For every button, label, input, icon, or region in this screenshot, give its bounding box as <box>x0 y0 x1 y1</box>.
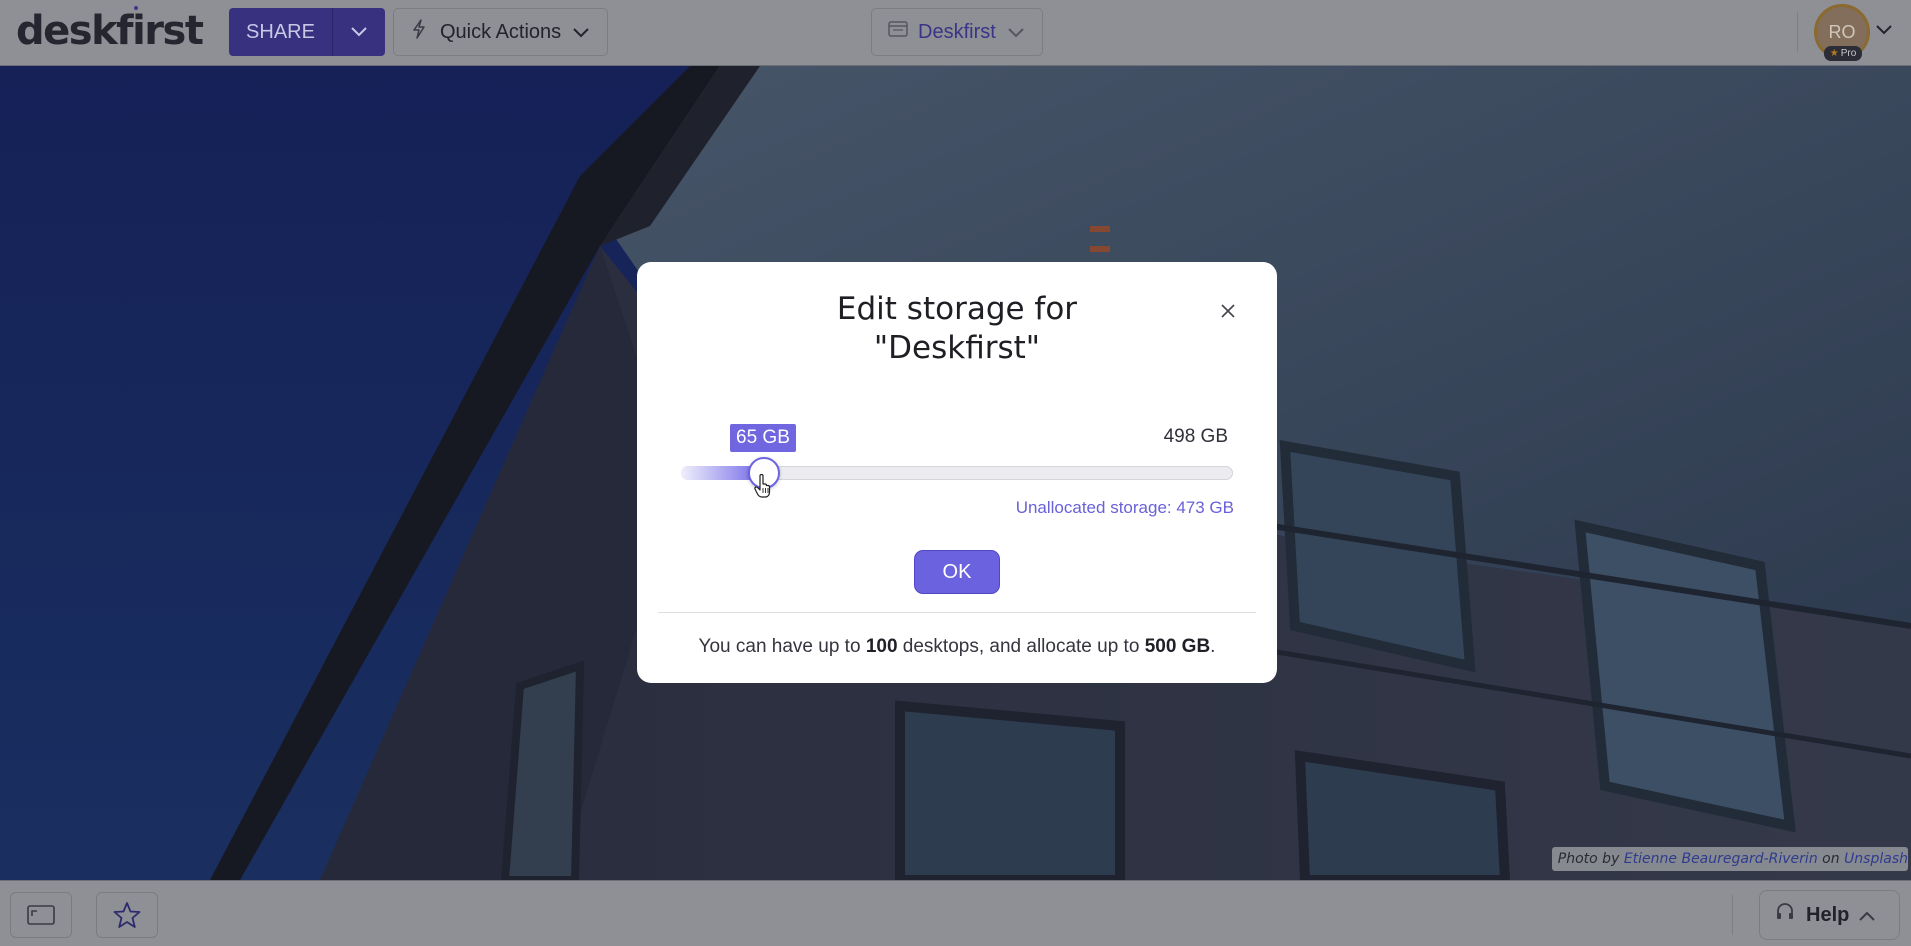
help-button[interactable]: Help <box>1759 890 1900 940</box>
share-button-group: SHARE <box>229 8 385 56</box>
close-icon <box>1221 304 1235 318</box>
pro-badge: ★ Pro <box>1824 46 1862 61</box>
share-menu-button[interactable] <box>333 8 385 56</box>
photo-credit-middle: on <box>1822 851 1840 867</box>
dialog-title-line2: "Deskfirst" <box>873 330 1041 366</box>
app-logo[interactable]: deskfirst <box>16 8 204 54</box>
dialog-title-line1: Edit storage for <box>836 291 1078 327</box>
desktop-selector-label: Deskfirst <box>918 20 996 43</box>
footer-suffix: . <box>1210 636 1216 657</box>
footer-prefix: You can have up to <box>698 636 861 657</box>
storage-limit: 500 GB <box>1144 636 1211 657</box>
header-divider <box>1797 12 1798 52</box>
star-icon <box>113 902 141 928</box>
dialog-divider <box>658 612 1256 613</box>
quick-actions-button[interactable]: Quick Actions <box>393 8 608 56</box>
slider-max-label: 498 GB <box>1163 426 1228 447</box>
chevron-down-icon <box>1008 21 1024 44</box>
desktop-icon <box>888 20 908 44</box>
photo-credit: Photo by Etienne Beauregard-Riverin on U… <box>1552 847 1908 871</box>
quick-actions-label: Quick Actions <box>440 20 562 43</box>
favorites-button[interactable] <box>96 892 158 938</box>
photo-credit-prefix: Photo by <box>1557 851 1620 867</box>
desktop-selector[interactable]: Deskfirst <box>871 8 1043 56</box>
desktops-limit: 100 <box>865 636 898 657</box>
star-icon: ★ <box>1829 48 1839 59</box>
help-label: Help <box>1806 903 1850 926</box>
chevron-up-icon <box>1859 904 1876 927</box>
footer-middle: desktops, and allocate up to <box>902 636 1140 657</box>
dialog-footer-note: You can have up to 100 desktops, and all… <box>637 636 1277 658</box>
bottom-divider <box>1732 895 1733 935</box>
bottom-bar: Help <box>0 880 1911 946</box>
logo-sparkle <box>134 6 138 10</box>
slider-value-badge: 65 GB <box>730 424 796 452</box>
fullscreen-button[interactable] <box>10 892 72 938</box>
chevron-down-icon <box>351 27 367 37</box>
chevron-down-icon <box>573 21 589 44</box>
ok-button[interactable]: OK <box>914 550 1000 594</box>
top-bar: deskfirst SHARE Quick Actions Deskfirst … <box>0 0 1911 66</box>
share-button[interactable]: SHARE <box>229 8 333 56</box>
photo-author-link[interactable]: Etienne Beauregard-Riverin <box>1624 851 1818 867</box>
unallocated-storage-label: Unallocated storage: 473 GB <box>1015 498 1234 517</box>
fullscreen-icon <box>27 905 55 925</box>
dialog-title: Edit storage for "Deskfirst" <box>637 290 1277 368</box>
pro-badge-label: Pro <box>1840 48 1857 59</box>
account-menu-chevron-icon[interactable] <box>1876 22 1892 40</box>
photo-source-link[interactable]: Unsplash <box>1844 851 1908 867</box>
close-button[interactable] <box>1215 298 1241 324</box>
edit-storage-dialog: Edit storage for "Deskfirst" 65 GB 498 G… <box>637 262 1277 683</box>
headset-icon <box>1776 902 1794 928</box>
bolt-icon <box>412 19 426 45</box>
hand-cursor-icon <box>754 473 772 503</box>
